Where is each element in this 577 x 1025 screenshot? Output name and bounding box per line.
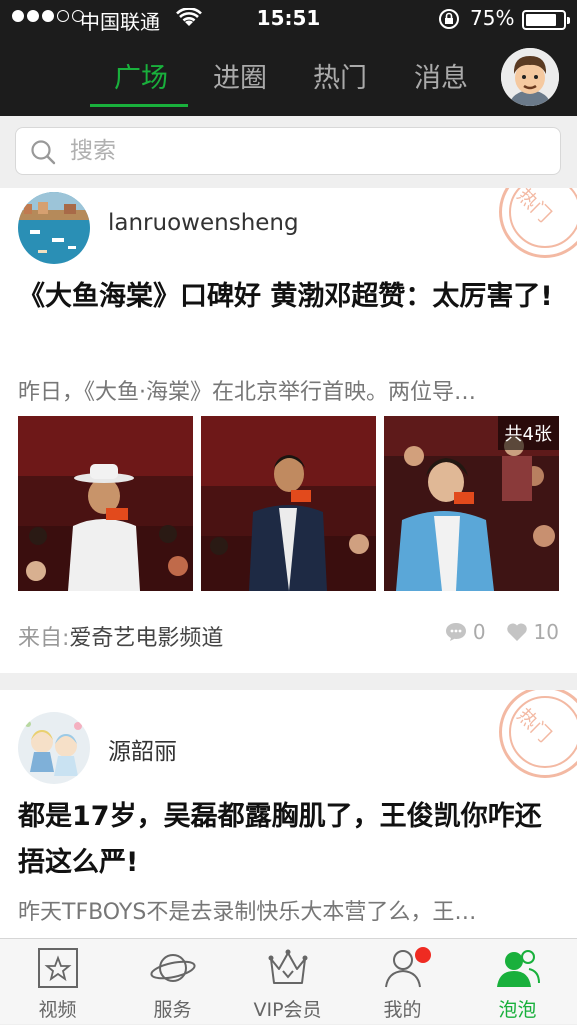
tab-messages[interactable]: 消息 bbox=[414, 56, 468, 95]
tab-label: 泡泡 bbox=[498, 999, 537, 1021]
post-photo[interactable] bbox=[201, 416, 376, 591]
battery-percent: 75% bbox=[470, 6, 515, 30]
top-navigation: 广场 进圈 热门 消息 bbox=[0, 38, 577, 116]
search-input[interactable] bbox=[70, 134, 540, 168]
post-title[interactable]: 都是17岁，吴磊都露胸肌了，王俊凯你咋还捂这么严! bbox=[18, 794, 558, 886]
like-stat[interactable]: 10 bbox=[506, 620, 559, 644]
active-tab-indicator bbox=[90, 104, 188, 107]
comment-count: 0 bbox=[472, 620, 486, 644]
illustration-avatar-image bbox=[18, 712, 90, 784]
bottom-tab-bar: 视频 服务 VIP会员 我的 泡泡 bbox=[0, 938, 577, 1024]
tab-bubble[interactable]: 泡泡 bbox=[460, 939, 575, 1025]
harbor-scene-image bbox=[18, 192, 90, 264]
feed-post[interactable]: 源韶丽 热门 都是17岁，吴磊都露胸肌了，王俊凯你咋还捂这么严! 昨天TFBOY… bbox=[0, 690, 577, 938]
feed-post[interactable]: lanruowensheng 热门 《大鱼海棠》口碑好 黄渤邓超赞：太厉害了! … bbox=[0, 188, 577, 673]
heart-icon bbox=[506, 623, 527, 641]
tab-square[interactable]: 广场 bbox=[114, 56, 168, 95]
tab-service[interactable]: 服务 bbox=[115, 939, 230, 1025]
post-summary[interactable]: 昨天TFBOYS不是去录制快乐大本营了么，王… bbox=[18, 894, 558, 926]
tab-video[interactable]: 视频 bbox=[0, 939, 115, 1025]
tab-label: VIP会员 bbox=[253, 999, 322, 1021]
planet-icon bbox=[150, 954, 196, 982]
author-avatar[interactable] bbox=[18, 192, 90, 264]
hot-stamp-badge: 热门 bbox=[499, 188, 577, 258]
source-prefix: 来自: bbox=[18, 626, 70, 651]
bubble-people-icon bbox=[497, 950, 540, 987]
post-stats: 0 10 bbox=[445, 620, 559, 644]
hot-stamp-badge: 热门 bbox=[499, 690, 577, 778]
video-star-icon bbox=[38, 948, 78, 988]
tab-join-circle[interactable]: 进圈 bbox=[213, 56, 267, 95]
photo-count-badge: 共4张 bbox=[497, 416, 559, 450]
post-title[interactable]: 《大鱼海棠》口碑好 黄渤邓超赞：太厉害了! bbox=[18, 274, 558, 320]
author-name[interactable]: lanruowensheng bbox=[108, 210, 299, 236]
author-name[interactable]: 源韶丽 bbox=[108, 732, 177, 766]
notification-dot bbox=[415, 947, 431, 963]
crown-icon bbox=[268, 949, 308, 984]
tab-label: 服务 bbox=[153, 999, 192, 1021]
search-area bbox=[0, 116, 577, 188]
rotation-lock-icon bbox=[439, 9, 459, 29]
search-icon bbox=[31, 140, 56, 165]
photo-grid: 共4张 bbox=[18, 416, 559, 591]
comment-stat[interactable]: 0 bbox=[445, 620, 486, 644]
post-photo[interactable] bbox=[18, 416, 193, 591]
post-summary[interactable]: 昨日，《大鱼·海棠》在北京举行首映。两位导… bbox=[18, 374, 558, 406]
premiere-photo-image bbox=[18, 416, 193, 591]
search-box[interactable] bbox=[15, 127, 561, 175]
tab-hot[interactable]: 热门 bbox=[313, 56, 367, 95]
battery-icon bbox=[522, 10, 570, 30]
post-source[interactable]: 来自:爱奇艺电影频道 bbox=[18, 620, 223, 652]
comment-icon bbox=[445, 623, 466, 641]
source-name[interactable]: 爱奇艺电影频道 bbox=[69, 626, 223, 651]
user-avatar[interactable] bbox=[501, 48, 559, 106]
tab-vip[interactable]: VIP会员 bbox=[230, 939, 345, 1025]
premiere-photo-image bbox=[201, 416, 376, 591]
status-bar: 中国联通 15:51 75% bbox=[0, 0, 577, 38]
tab-label: 视频 bbox=[38, 999, 77, 1021]
post-photo[interactable]: 共4张 bbox=[384, 416, 559, 591]
like-count: 10 bbox=[533, 620, 559, 644]
author-avatar[interactable] bbox=[18, 712, 90, 784]
cartoon-face-icon bbox=[501, 48, 559, 106]
tab-label: 我的 bbox=[383, 999, 422, 1021]
tab-mine[interactable]: 我的 bbox=[345, 939, 460, 1025]
